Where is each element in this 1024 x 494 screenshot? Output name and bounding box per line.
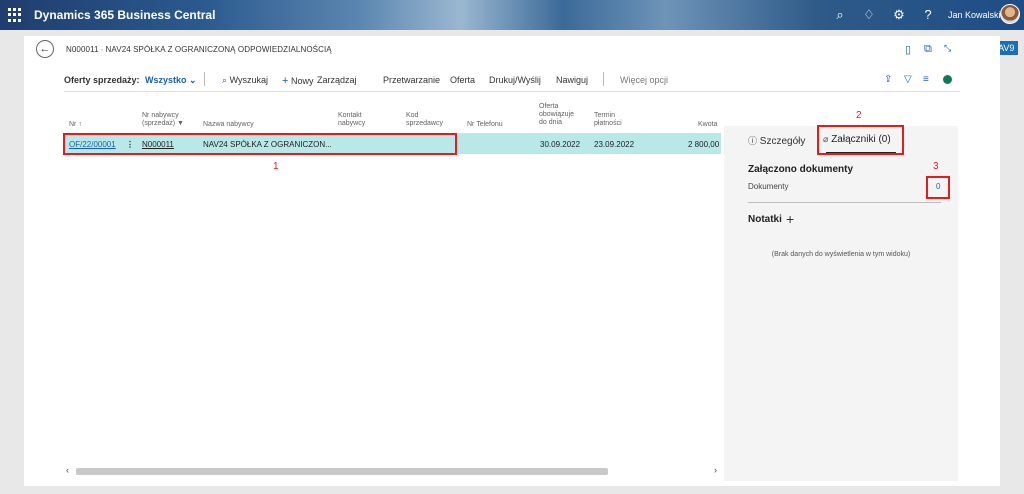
collapse-icon[interactable]: ⤡: [944, 43, 951, 54]
col-header-phone[interactable]: Nr Telefonu: [467, 121, 503, 129]
col-header-valid-line2: obowiązuje: [539, 111, 575, 118]
print-send-menu[interactable]: Drukuj/Wyślij: [489, 75, 541, 85]
col-header-contact[interactable]: Kontakt nabywcy: [338, 112, 365, 128]
view-selected-label: Wszystko: [145, 75, 187, 85]
back-button[interactable]: ←: [36, 40, 54, 58]
notes-title: Notatki: [748, 214, 782, 225]
search-icon[interactable]: ⌕: [832, 7, 848, 23]
col-header-due-date[interactable]: Termin płatności: [594, 112, 622, 128]
scroll-left-icon[interactable]: ‹: [66, 465, 69, 475]
col-header-due-line2: płatności: [594, 120, 622, 127]
bookmark-icon[interactable]: ▯: [905, 43, 911, 56]
info-icon[interactable]: [943, 75, 952, 84]
scrollbar-thumb[interactable]: [76, 468, 608, 475]
share-icon[interactable]: ⇪: [884, 74, 892, 85]
annotation-number-1: 1: [273, 161, 279, 172]
action-bar: Oferty sprzedaży: Wszystko ⌄ ⌕ Wyszukaj …: [64, 70, 964, 90]
col-header-salesperson-line2: sprzedawcy: [406, 120, 443, 127]
view-selector[interactable]: Wszystko ⌄: [145, 75, 197, 86]
help-icon[interactable]: ?: [920, 7, 936, 23]
col-header-due-line1: Termin: [594, 112, 616, 119]
new-button[interactable]: + Nowy: [282, 75, 313, 87]
app-launcher-icon[interactable]: [8, 8, 22, 22]
row-amount[interactable]: 2 800,00: [688, 140, 719, 149]
col-header-customer-name[interactable]: Nazwa nabywcy: [203, 121, 254, 129]
attached-documents-title: Załączono dokumenty: [748, 164, 854, 175]
annotation-box-2: [817, 125, 904, 155]
divider: [64, 91, 960, 92]
factbox-pane: [724, 126, 958, 481]
col-header-valid-line1: Oferta: [539, 103, 559, 110]
scroll-right-icon[interactable]: ›: [714, 465, 717, 475]
tab-details-label: Szczegóły: [759, 136, 806, 147]
col-header-amount[interactable]: Kwota: [698, 121, 717, 129]
documents-label: Dokumenty: [748, 182, 789, 191]
row-valid-until[interactable]: 30.09.2022: [540, 140, 580, 149]
separator: [204, 72, 205, 86]
new-label: Nowy: [290, 76, 314, 86]
more-options-button[interactable]: Więcej opcji: [620, 75, 668, 85]
col-header-salesperson[interactable]: Kod sprzedawcy: [406, 112, 443, 128]
col-header-valid-until[interactable]: Oferta obowiązuje do dnia: [539, 103, 574, 127]
user-name[interactable]: Jan Kowalski: [948, 10, 1001, 20]
bell-icon[interactable]: ♢: [861, 7, 877, 23]
search-icon: ⌕: [222, 75, 228, 85]
col-header-customer-no[interactable]: Nr nabywcy (sprzedaż) ▼: [142, 112, 184, 128]
col-header-valid-line3: do dnia: [539, 119, 562, 126]
empty-notes-message: (Brak danych do wyświetlenia w tym widok…: [771, 251, 911, 258]
divider: [748, 202, 941, 203]
row-due-date[interactable]: 23.09.2022: [594, 140, 634, 149]
view-label: Oferty sprzedaży:: [64, 75, 140, 85]
info-circle-icon: ⓘ: [748, 136, 758, 146]
manage-menu[interactable]: Zarządzaj: [317, 75, 357, 85]
top-bar: Dynamics 365 Business Central ⌕ ♢ ⚙ ? Ja…: [0, 0, 1024, 30]
col-header-customer-no-line2: (sprzedaż) ▼: [142, 120, 184, 127]
filter-icon[interactable]: ▽: [904, 74, 912, 85]
open-new-window-icon[interactable]: ⧉: [924, 43, 932, 56]
col-header-contact-line1: Kontakt: [338, 112, 362, 119]
avatar[interactable]: [1000, 4, 1020, 24]
process-menu[interactable]: Przetwarzanie: [383, 75, 440, 85]
search-button[interactable]: ⌕ Wyszukaj: [222, 75, 268, 86]
page-title: N000011 ∙ NAV24 SPÓŁKA Z OGRANICZONĄ ODP…: [66, 45, 332, 54]
col-header-salesperson-line1: Kod: [406, 112, 419, 119]
offer-menu[interactable]: Oferta: [450, 75, 475, 85]
list-view-icon[interactable]: ≡: [923, 74, 929, 85]
annotation-box-1: [63, 133, 457, 155]
tab-details[interactable]: ⓘ Szczegóły: [748, 134, 805, 147]
chevron-down-icon: ⌄: [189, 75, 197, 85]
annotation-box-3: [926, 176, 950, 199]
app-title[interactable]: Dynamics 365 Business Central: [34, 8, 215, 22]
separator: [603, 72, 604, 86]
annotation-number-3: 3: [933, 161, 939, 172]
horizontal-scrollbar[interactable]: ‹ ›: [64, 465, 721, 477]
add-note-button[interactable]: +: [786, 211, 794, 227]
navigate-menu[interactable]: Nawiguj: [556, 75, 588, 85]
col-header-customer-no-line1: Nr nabywcy: [142, 112, 179, 119]
col-header-contact-line2: nabywcy: [338, 120, 366, 127]
col-header-nr[interactable]: Nr ↑: [69, 121, 82, 129]
gear-icon[interactable]: ⚙: [891, 7, 907, 23]
search-label: Wyszukaj: [229, 75, 268, 85]
plus-icon: +: [282, 75, 289, 87]
annotation-number-2: 2: [856, 110, 862, 121]
